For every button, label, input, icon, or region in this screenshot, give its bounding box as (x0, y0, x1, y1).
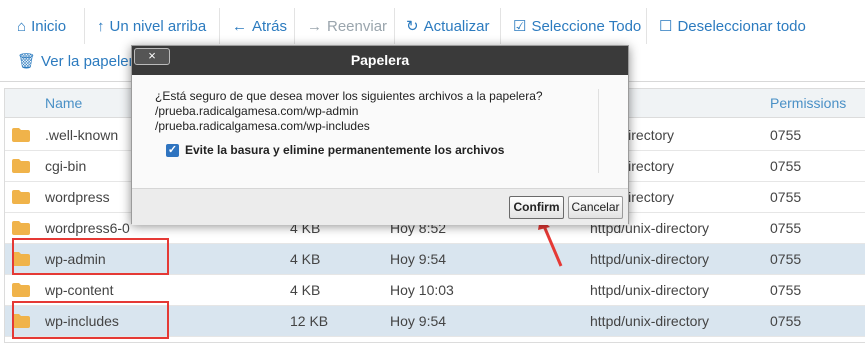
close-icon: × (148, 48, 156, 63)
refresh-label: Actualizar (423, 18, 490, 35)
highlight-box-wp-includes (12, 301, 169, 339)
home-button[interactable]: ⌂ Inicio (17, 18, 66, 35)
cancel-button[interactable]: Cancelar (568, 196, 623, 219)
file-size: 4 KB (290, 251, 321, 267)
dialog-question: ¿Está seguro de que desea mover los sigu… (155, 89, 543, 103)
file-name: wordpress (45, 189, 110, 205)
checkbox-empty-icon: ☐ (659, 18, 673, 35)
select-all-label: Seleccione Todo (531, 18, 642, 35)
back-button[interactable]: ← Atrás (232, 18, 287, 35)
highlight-box-wp-admin (12, 238, 169, 275)
folder-icon (12, 190, 30, 204)
file-permissions: 0755 (770, 313, 802, 329)
home-icon: ⌂ (17, 18, 27, 35)
back-label: Atrás (252, 18, 288, 35)
file-type: httpd/unix-directory (590, 313, 710, 329)
file-name: .well-known (45, 127, 119, 143)
skip-trash-checkbox-row[interactable]: ✓ Evite la basura y elimine permanenteme… (166, 143, 504, 157)
file-permissions: 0755 (770, 220, 802, 236)
dialog-footer: Confirm Cancelar (132, 188, 628, 225)
dialog-title: Papelera (132, 46, 628, 75)
skip-trash-label: Evite la basura y elimine permanentement… (185, 143, 505, 157)
red-arrow-icon (538, 218, 563, 267)
trash-icon: 🗑 (17, 53, 37, 70)
file-permissions: 0755 (770, 158, 802, 174)
file-date: Hoy 9:54 (390, 251, 447, 267)
dialog-scrollbar[interactable] (598, 89, 615, 173)
select-all-button[interactable]: ☑ Seleccione Todo (513, 18, 641, 35)
file-size: 4 KB (290, 282, 321, 298)
file-date: Hoy 10:03 (390, 282, 454, 298)
file-permissions: 0755 (770, 127, 802, 143)
up-one-level-button[interactable]: ↑ Un nivel arriba (97, 18, 206, 35)
file-name: cgi-bin (45, 158, 87, 174)
folder-icon (12, 283, 30, 297)
home-label: Inicio (31, 18, 67, 35)
view-trash-button[interactable]: 🗑 Ver la papelera (17, 53, 142, 70)
dialog-file-path: /prueba.radicalgamesa.com/wp-includes (155, 119, 370, 133)
deselect-all-label: Deseleccionar todo (677, 18, 806, 35)
dialog-message: ¿Está seguro de que desea mover los sigu… (155, 89, 595, 134)
forward-label: Reenviar (327, 18, 388, 35)
arrow-right-icon: → (307, 18, 322, 35)
up-one-level-label: Un nivel arriba (109, 18, 207, 35)
forward-button[interactable]: → Reenviar (307, 18, 387, 35)
file-date: Hoy 9:54 (390, 313, 447, 329)
file-permissions: 0755 (770, 189, 802, 205)
column-header-permissions[interactable]: Permissions (770, 95, 846, 111)
refresh-icon: ↻ (406, 18, 419, 35)
file-name: wordpress6-0 (45, 220, 130, 236)
file-type: httpd/unix-directory (590, 282, 710, 298)
checkbox-checked-icon[interactable]: ✓ (166, 143, 179, 157)
dialog-close-button[interactable]: × (134, 48, 170, 65)
folder-icon (12, 128, 30, 142)
file-permissions: 0755 (770, 282, 802, 298)
arrow-up-icon: ↑ (97, 18, 105, 35)
file-name: wp-content (45, 282, 114, 298)
checkbox-checked-icon: ☑ (513, 18, 527, 35)
file-size: 12 KB (290, 313, 329, 329)
folder-icon (12, 221, 30, 235)
trash-confirm-dialog: Papelera × ¿Está seguro de que desea mov… (131, 45, 629, 225)
folder-icon (12, 159, 30, 173)
arrow-left-icon: ← (232, 18, 247, 35)
refresh-button[interactable]: ↻ Actualizar (406, 18, 489, 35)
file-type: httpd/unix-directory (590, 251, 710, 267)
column-header-name[interactable]: Name (45, 95, 82, 111)
dialog-file-path: /prueba.radicalgamesa.com/wp-admin (155, 104, 359, 118)
view-trash-label: Ver la papelera (41, 53, 142, 70)
file-permissions: 0755 (770, 251, 802, 267)
deselect-all-button[interactable]: ☐ Deseleccionar todo (659, 18, 806, 35)
confirm-button[interactable]: Confirm (509, 196, 564, 219)
